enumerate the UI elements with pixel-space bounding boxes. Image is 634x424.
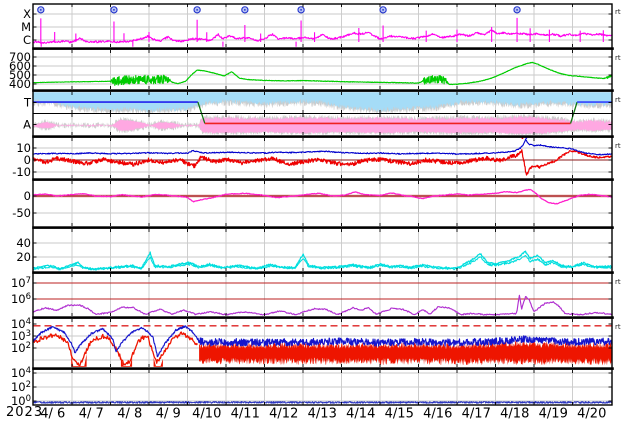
x-tick-label: 4/11 <box>231 407 260 422</box>
y-tick-label: A <box>23 118 31 132</box>
b-total <box>33 138 613 156</box>
panel-speed <box>33 50 613 89</box>
flare-event-dot <box>39 8 42 11</box>
y-tick-label: T <box>23 96 32 110</box>
y-tick-label: C <box>23 33 31 47</box>
x-tick-label: 4/14 <box>346 407 375 422</box>
x-tick-label: 4/19 <box>539 407 568 422</box>
flare-event-dot <box>243 8 246 11</box>
x-tick-label: 4/17 <box>462 407 491 422</box>
rt-label: rt <box>615 278 621 286</box>
panel-xray <box>33 4 613 47</box>
chart-container: X M Crt 700 600 500 400 rt Trt A 10 0 -10 rt 0 -50 40 20 1… <box>0 0 634 424</box>
panel-separator <box>32 47 614 50</box>
y-tick-label: 106 <box>11 292 31 306</box>
flare-event-dot <box>300 8 302 11</box>
panel-separator <box>32 226 614 229</box>
panel-electron <box>32 319 613 367</box>
x-tick-label: 4/15 <box>385 407 414 422</box>
x-tick-label: 4/20 <box>577 407 606 422</box>
x-tick-label: 4/ 9 <box>156 407 181 422</box>
y-tick-label: 0 <box>24 189 31 203</box>
y-tick-label: -10 <box>12 165 31 179</box>
x-tick-label: 4/13 <box>308 407 337 422</box>
y-tick-label: 102 <box>11 380 31 394</box>
y-tick-label: -50 <box>12 206 31 220</box>
panel-density <box>33 229 613 271</box>
panel-separator <box>32 178 614 181</box>
y-tick-label: 107 <box>11 276 31 290</box>
panel-separator <box>32 89 614 92</box>
panel-temp <box>33 92 612 113</box>
rt-label: rt <box>615 96 621 104</box>
panel-separator <box>32 367 614 370</box>
panel-separator <box>32 271 614 274</box>
x-tick-label: 4/ 6 <box>40 407 65 422</box>
y-tick-label: X <box>23 7 31 21</box>
x-tick-label: 4/16 <box>423 407 452 422</box>
rt-label: rt <box>615 323 621 331</box>
x-tick-label: 4/10 <box>192 407 221 422</box>
y-tick-label: 104 <box>11 366 31 380</box>
rt-label: rt <box>615 54 621 62</box>
x-tick-label: 4/ 7 <box>79 407 104 422</box>
xray-flux <box>33 29 613 44</box>
x-axis-year-label: 2023 <box>6 405 44 420</box>
y-tick-label: 102 <box>11 341 31 355</box>
rt-label: rt <box>615 8 621 16</box>
y-tick-label: 400 <box>9 77 31 91</box>
rt-label: rt <box>615 142 621 150</box>
y-tick-label: 20 <box>16 250 31 264</box>
flare-event-dot <box>196 8 199 11</box>
y-tick-label: 40 <box>16 236 31 250</box>
low-band-trace <box>33 401 613 404</box>
y-tick-label: M <box>21 20 31 34</box>
flare-event-dot <box>516 8 518 11</box>
density-trace-b <box>33 255 613 271</box>
flare-event-dot <box>382 8 384 11</box>
x-tick-label: 4/ 8 <box>117 407 142 422</box>
panel-proton <box>33 274 613 316</box>
panel-act <box>33 114 612 135</box>
x-tick-label: 4/12 <box>269 407 298 422</box>
panel-separator <box>32 135 614 138</box>
proton-flux <box>33 294 613 316</box>
panel-dst <box>33 181 613 226</box>
space-weather-multi-panel-chart: XMCrt700600500400rtT rtA100-10rt0-5040201… <box>9 3 621 422</box>
x-tick-label: 4/18 <box>500 407 529 422</box>
panel-bfield <box>33 138 613 178</box>
panel-lowband <box>33 370 613 405</box>
panel-separator <box>32 316 614 319</box>
flare-event-dot <box>113 8 115 11</box>
